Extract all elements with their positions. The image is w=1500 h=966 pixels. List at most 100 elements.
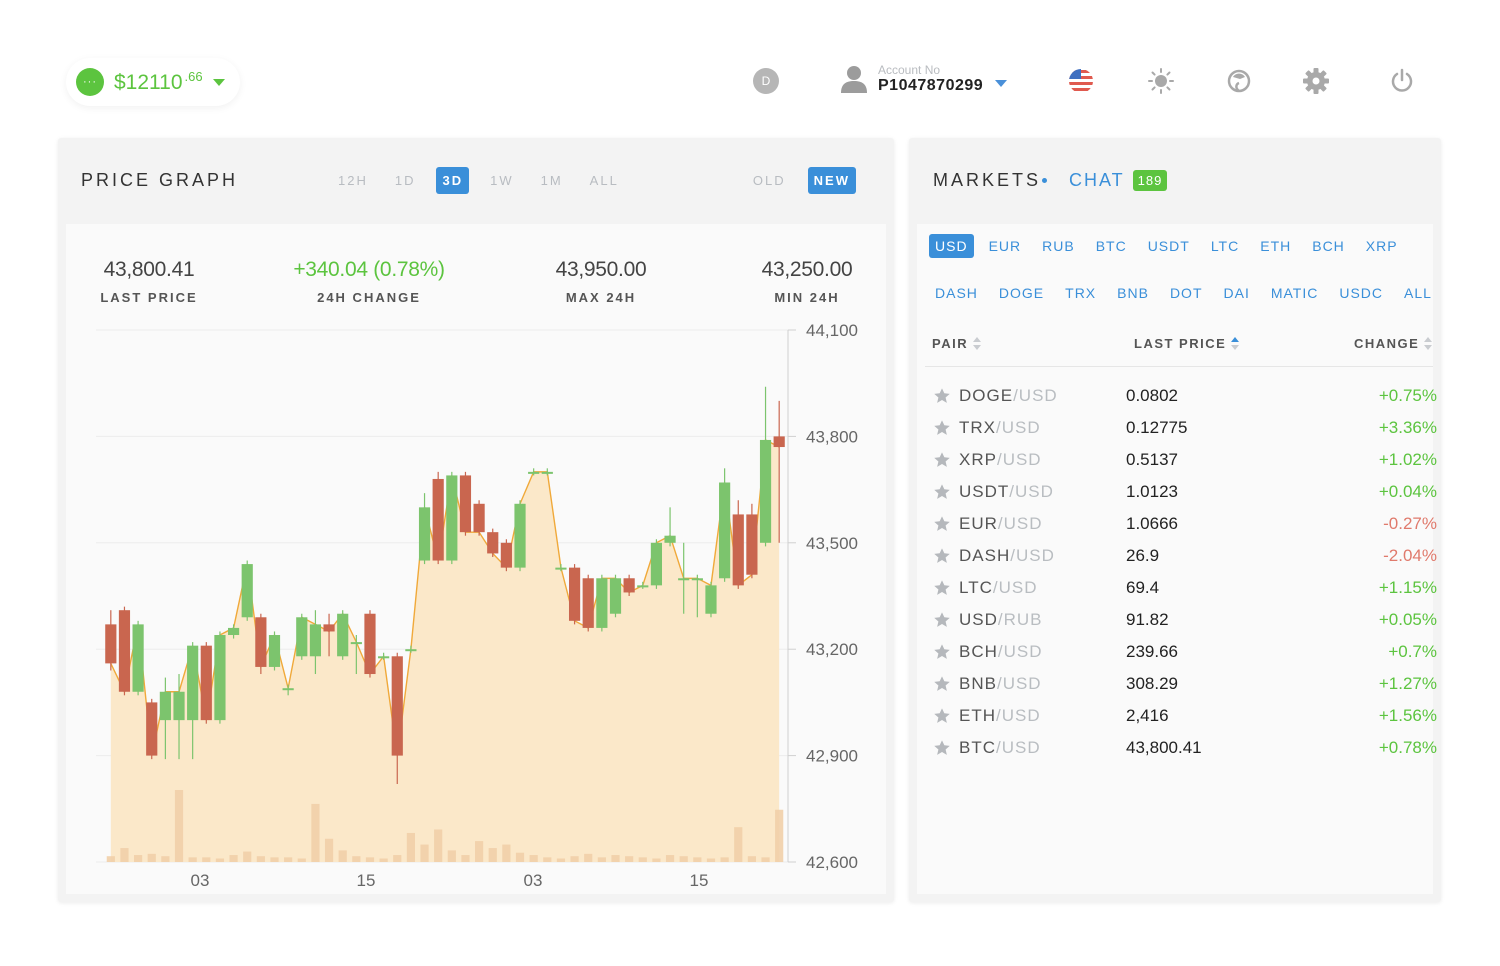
tab-currency-dot[interactable]: DOT xyxy=(1164,281,1209,305)
candle-body xyxy=(337,613,349,657)
candle-body xyxy=(118,610,131,692)
column-header-change[interactable]: CHANGE xyxy=(1354,336,1433,351)
volume-bar xyxy=(447,850,456,862)
account-dropdown[interactable]: Account No P1047870299 xyxy=(840,64,1008,94)
star-icon[interactable] xyxy=(933,739,951,757)
candle-body xyxy=(500,542,512,568)
tab-currency-trx[interactable]: TRX xyxy=(1059,281,1102,305)
pair-quote: /USD xyxy=(1010,546,1055,565)
tab-currency-usdc[interactable]: USDC xyxy=(1333,281,1389,305)
tab-currency-rub[interactable]: RUB xyxy=(1036,234,1081,258)
tab-currency-xrp[interactable]: XRP xyxy=(1360,234,1404,258)
price-chart[interactable]: 44,100 43,800 43,500 43,200 42,900 42,600 03 15… xyxy=(66,224,886,894)
support-icon xyxy=(1227,69,1251,93)
tab-currency-dai[interactable]: DAI xyxy=(1218,281,1256,305)
candle-body xyxy=(214,635,226,721)
column-header-last-price[interactable]: LAST PRICE xyxy=(1134,336,1240,351)
tab-currency-eth[interactable]: ETH xyxy=(1254,234,1297,258)
tab-range-all[interactable]: ALL xyxy=(584,167,625,194)
candle-body xyxy=(487,532,499,554)
candle-body xyxy=(255,617,267,667)
tab-currency-ltc[interactable]: LTC xyxy=(1205,234,1245,258)
tab-currency-bch[interactable]: BCH xyxy=(1306,234,1351,258)
tab-range-3d[interactable]: 3D xyxy=(436,167,470,194)
market-row[interactable]: DOGE/USD 0.0802 +0.75% xyxy=(933,380,1437,412)
tab-currency-usdt[interactable]: USDT xyxy=(1142,234,1196,258)
tab-currency-matic[interactable]: MATIC xyxy=(1265,281,1325,305)
pair-quote: /USD xyxy=(1009,482,1054,501)
tab-currency-eur[interactable]: EUR xyxy=(983,234,1028,258)
wallet-icon: ··· xyxy=(76,68,104,96)
star-icon[interactable] xyxy=(933,643,951,661)
star-icon[interactable] xyxy=(933,451,951,469)
balance-dropdown[interactable]: ··· $12110.66 xyxy=(66,58,240,106)
volume-bar xyxy=(584,853,593,862)
pair-change: +0.75% xyxy=(1378,386,1437,405)
tab-currency-all[interactable]: ALL xyxy=(1398,281,1438,305)
candle-body xyxy=(691,578,703,581)
markets-title[interactable]: MARKETS xyxy=(933,170,1041,191)
market-row[interactable]: EUR/USD 1.0666 -0.27% xyxy=(933,508,1437,540)
tab-currency-doge[interactable]: DOGE xyxy=(993,281,1050,305)
support-button[interactable] xyxy=(1224,66,1254,96)
volume-bar xyxy=(775,809,784,862)
market-row[interactable]: DASH/USD 26.9 -2.04% xyxy=(933,540,1437,572)
chart-body: 43,800.41 LAST PRICE +340.04 (0.78%) 24H… xyxy=(66,224,886,894)
market-row[interactable]: LTC/USD 69.4 +1.15% xyxy=(933,572,1437,604)
star-icon[interactable] xyxy=(933,707,951,725)
volume-bar xyxy=(638,857,647,862)
tab-currency-bnb[interactable]: BNB xyxy=(1111,281,1155,305)
tab-version-old[interactable]: OLD xyxy=(747,167,792,194)
tab-range-12h[interactable]: 12H xyxy=(332,167,374,194)
tab-range-1d[interactable]: 1D xyxy=(389,167,422,194)
market-row[interactable]: ETH/USD 2,416 +1.56% xyxy=(933,700,1437,732)
volume-bar xyxy=(311,803,320,862)
candle-body xyxy=(528,471,540,474)
volume-bar xyxy=(420,844,429,862)
volume-bar xyxy=(243,851,252,862)
pair-last-price: 0.12775 xyxy=(1126,418,1188,437)
star-icon[interactable] xyxy=(933,579,951,597)
market-row[interactable]: BCH/USD 239.66 +0.7% xyxy=(933,636,1437,668)
market-row[interactable]: BNB/USD 308.29 +1.27% xyxy=(933,668,1437,700)
pair-name: LTC/USD xyxy=(959,578,1126,598)
tab-version-new[interactable]: NEW xyxy=(807,167,856,194)
market-row[interactable]: XRP/USD 0.5137 +1.02% xyxy=(933,444,1437,476)
pair-change: +1.56% xyxy=(1378,706,1437,725)
y-tick-label: 43,800 xyxy=(806,427,858,446)
tab-currency-dash[interactable]: DASH xyxy=(929,281,984,305)
candle-body xyxy=(432,478,444,561)
theme-toggle-button[interactable] xyxy=(1146,66,1176,96)
settings-button[interactable] xyxy=(1301,66,1331,96)
market-row[interactable]: USDT/USD 1.0123 +0.04% xyxy=(933,476,1437,508)
chat-tab[interactable]: CHAT 189 xyxy=(1069,170,1168,191)
tab-range-1m[interactable]: 1M xyxy=(535,167,569,194)
candle-body xyxy=(350,642,362,645)
candle-body xyxy=(582,578,594,628)
pair-name: DASH/USD xyxy=(959,546,1126,566)
star-icon[interactable] xyxy=(933,547,951,565)
market-row[interactable]: USD/RUB 91.82 +0.05% xyxy=(933,604,1437,636)
candle-body xyxy=(719,482,731,579)
logout-button[interactable] xyxy=(1387,66,1417,96)
market-row[interactable]: BTC/USD 43,800.41 +0.78% xyxy=(933,732,1437,764)
language-button[interactable] xyxy=(1066,66,1096,96)
volume-bar xyxy=(543,857,552,862)
tab-currency-btc[interactable]: BTC xyxy=(1090,234,1133,258)
y-tick-label: 43,500 xyxy=(806,534,858,553)
star-icon[interactable] xyxy=(933,419,951,437)
candle-body xyxy=(364,613,376,675)
y-tick-label: 42,900 xyxy=(806,747,858,766)
volume-bar xyxy=(597,857,606,862)
star-icon[interactable] xyxy=(933,675,951,693)
tab-range-1w[interactable]: 1W xyxy=(484,167,520,194)
star-icon[interactable] xyxy=(933,387,951,405)
column-header-pair[interactable]: PAIR xyxy=(932,336,982,351)
user-initial-button[interactable]: D xyxy=(751,66,781,96)
pair-quote: /USD xyxy=(1013,386,1058,405)
market-row[interactable]: TRX/USD 0.12775 +3.36% xyxy=(933,412,1437,444)
tab-currency-usd[interactable]: USD xyxy=(929,234,974,258)
star-icon[interactable] xyxy=(933,515,951,533)
star-icon[interactable] xyxy=(933,483,951,501)
star-icon[interactable] xyxy=(933,611,951,629)
